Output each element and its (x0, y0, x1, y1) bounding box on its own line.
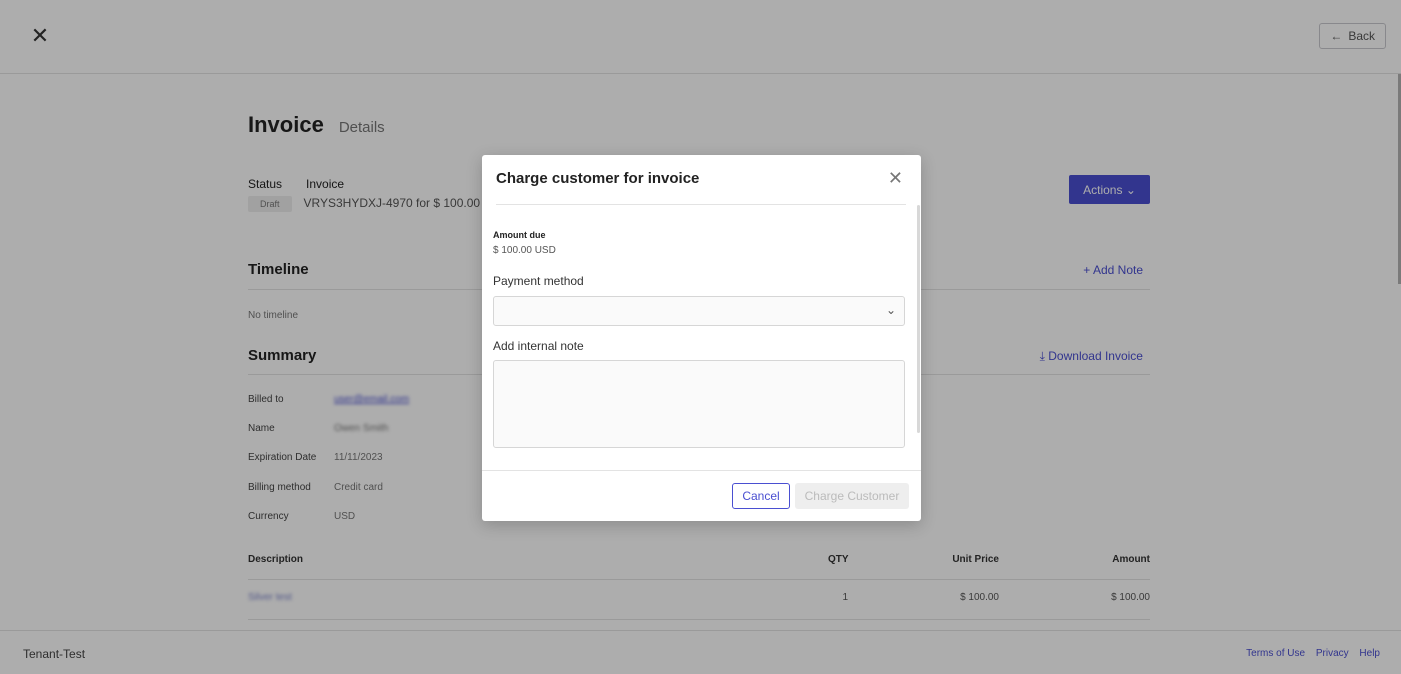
chevron-down-icon: ⌄ (885, 303, 896, 317)
close-icon[interactable]: ✕ (888, 168, 903, 189)
charge-customer-button[interactable]: Charge Customer (795, 483, 909, 509)
divider (482, 470, 921, 471)
dialog-scrollbar[interactable] (917, 205, 920, 433)
dialog-title: Charge customer for invoice (496, 170, 700, 187)
cancel-button[interactable]: Cancel (732, 483, 790, 509)
payment-method-select[interactable]: ⌄ (493, 296, 905, 326)
dialog-header: Charge customer for invoice ✕ (496, 168, 906, 205)
internal-note-field[interactable] (493, 360, 905, 448)
amount-due-label: Amount due (493, 230, 546, 240)
internal-note-label: Add internal note (493, 339, 584, 353)
charge-customer-dialog: Charge customer for invoice ✕ Amount due… (482, 155, 921, 521)
amount-due-value: $ 100.00 USD (493, 245, 556, 256)
payment-method-label: Payment method (493, 274, 584, 288)
